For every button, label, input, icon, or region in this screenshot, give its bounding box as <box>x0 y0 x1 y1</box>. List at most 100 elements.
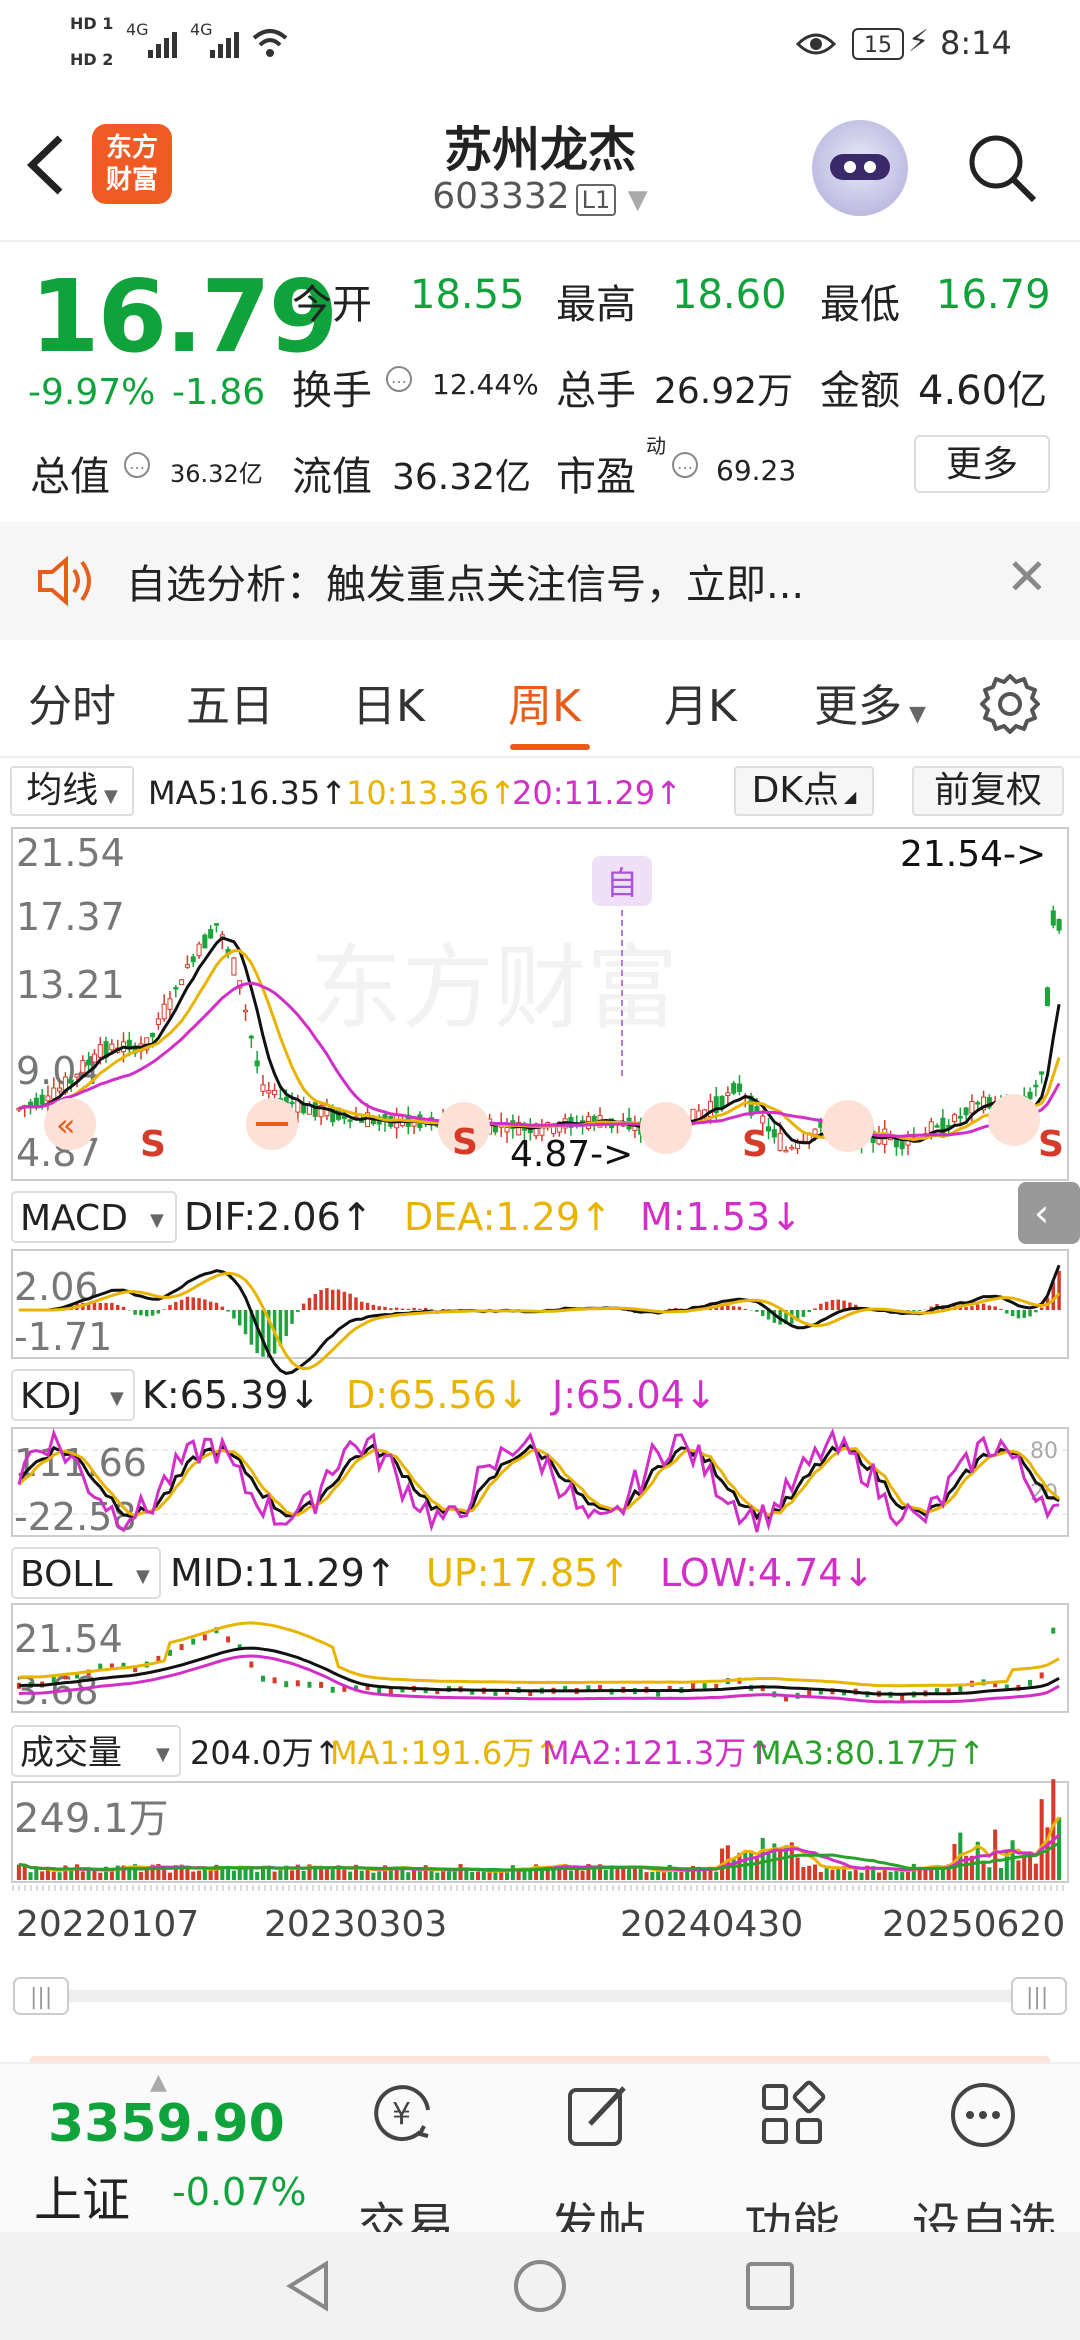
volume-bar <box>458 1864 463 1880</box>
tab-monthly-k[interactable]: 月K <box>664 670 737 734</box>
speaker-icon <box>38 555 91 607</box>
macd-top: 2.06 <box>14 1265 99 1309</box>
eye-icon <box>796 33 836 55</box>
chart-area[interactable]: 东方财富 21.54 17.37 13.21 9.04 4.87 21.54->… <box>0 820 1080 2065</box>
open-label: 今开 <box>292 282 372 328</box>
candle-body <box>161 1003 167 1020</box>
boll-candle <box>900 1694 905 1701</box>
post-icon[interactable] <box>564 2080 634 2150</box>
kdj-name: KDJ <box>20 1376 82 1417</box>
kdj-j: J:65.04↓ <box>550 1373 717 1417</box>
back-triangle-icon[interactable] <box>284 2260 334 2312</box>
volume-bar <box>818 1872 823 1880</box>
vol-ma2: MA2:121.3万↑ <box>542 1734 773 1772</box>
candle-body <box>1039 1071 1045 1075</box>
volume-bar <box>446 1871 451 1880</box>
info-icon[interactable]: … <box>386 366 412 392</box>
date-label: 20250620 <box>882 1904 1065 1945</box>
close-icon[interactable]: ✕ <box>1006 552 1048 602</box>
stock-code-selector[interactable]: 603332 L1 ▼ <box>340 176 740 217</box>
volume-bar <box>208 1870 213 1880</box>
boll-candle <box>307 1681 312 1688</box>
mktcap-value: 36.32亿 <box>170 460 263 488</box>
analysis-banner[interactable]: 自选分析：触发重点关注信号，立即... ✕ <box>0 522 1080 640</box>
pe-sup: 动 <box>646 434 666 458</box>
volume-bar <box>830 1869 835 1880</box>
volume-bar <box>162 1868 167 1880</box>
volume-bar <box>778 1850 783 1880</box>
assistant-avatar[interactable] <box>812 120 908 216</box>
adjust-button[interactable]: 前复权 <box>912 766 1064 816</box>
volume-bar <box>592 1868 597 1880</box>
volume-bar <box>278 1869 283 1880</box>
boll-candle <box>330 1686 335 1693</box>
system-nav-bar <box>0 2232 1080 2340</box>
search-icon[interactable] <box>962 128 1042 208</box>
high-label: 最高 <box>556 282 636 328</box>
volume-bar <box>417 1871 422 1880</box>
candle-body <box>173 987 179 990</box>
info-icon[interactable]: … <box>672 452 698 478</box>
level-badge: L1 <box>575 184 617 216</box>
volume-bar <box>650 1871 655 1880</box>
volume-bar <box>603 1869 608 1880</box>
tab-intraday[interactable]: 分时 <box>28 670 116 734</box>
boll-up: UP:17.85↑ <box>426 1551 630 1595</box>
info-icon[interactable]: … <box>124 452 150 478</box>
candle-body <box>754 1106 760 1112</box>
dea-line <box>18 1271 1061 1371</box>
boll-candle <box>179 1644 184 1651</box>
volume-bar <box>888 1871 893 1880</box>
volume-bar <box>34 1868 39 1880</box>
candle-body <box>179 979 185 986</box>
candle-body <box>731 1082 737 1094</box>
ma-label: 均线 <box>26 770 99 811</box>
index-value[interactable]: 3359.90 <box>48 2094 285 2154</box>
back-button[interactable] <box>22 130 72 211</box>
volume-bar <box>876 1872 881 1880</box>
trade-icon[interactable]: ¥ <box>370 2080 440 2150</box>
change-amount: -1.86 <box>172 372 266 413</box>
candle-body <box>231 957 237 976</box>
back-arrow-icon <box>26 135 63 195</box>
kdj-right-top: 80 <box>1030 1439 1058 1464</box>
volume-bar <box>197 1870 202 1880</box>
volume-bar <box>138 1871 143 1880</box>
volume-bar <box>644 1872 649 1880</box>
battery-level: 15 <box>864 33 892 58</box>
status-bar: HD 1 HD 2 4G 4G 15 ⚡ 8:14 <box>0 0 1080 90</box>
volume-bar <box>57 1872 62 1880</box>
y-label: 13.21 <box>16 963 125 1007</box>
function-icon[interactable] <box>758 2080 828 2150</box>
volume-bar <box>638 1868 643 1880</box>
sim1-label: HD 1 <box>70 14 114 33</box>
tab-five-day[interactable]: 五日 <box>186 670 274 734</box>
ma-selector[interactable]: 均线 ▼ <box>10 766 134 816</box>
candle-body <box>359 1120 365 1123</box>
tab-weekly-k[interactable]: 周K <box>508 670 581 734</box>
high-value: 18.60 <box>672 272 787 318</box>
candle-body <box>254 1060 260 1067</box>
k-line-chart[interactable]: 东方财富 21.54 17.37 13.21 9.04 4.87 21.54->… <box>0 820 1080 2065</box>
volume-bar <box>812 1864 818 1880</box>
volume-bar <box>1057 1817 1062 1880</box>
tab-daily-k[interactable]: 日K <box>352 670 425 734</box>
tab-more[interactable]: 更多 ▼ <box>814 670 926 734</box>
gear-icon[interactable] <box>978 670 1042 734</box>
grip-icon: ||| <box>30 1985 52 2010</box>
s-marker: S <box>452 1122 478 1163</box>
more-circle-icon[interactable] <box>948 2080 1018 2150</box>
change-percent: -9.97% <box>28 372 156 413</box>
volume-bar <box>40 1871 45 1880</box>
candle-body <box>97 1044 103 1058</box>
volume-bar <box>319 1869 324 1880</box>
volume-bar <box>412 1870 417 1880</box>
range-track[interactable] <box>14 1990 1066 2002</box>
home-circle-icon[interactable] <box>512 2258 568 2314</box>
candle-body <box>725 1092 731 1097</box>
dk-button[interactable]: DK点 ◢ <box>734 766 874 816</box>
candle-body <box>777 1132 783 1151</box>
more-button[interactable]: 更多 <box>914 435 1050 493</box>
recents-square-icon[interactable] <box>744 2260 796 2312</box>
candle-body <box>91 1053 97 1063</box>
